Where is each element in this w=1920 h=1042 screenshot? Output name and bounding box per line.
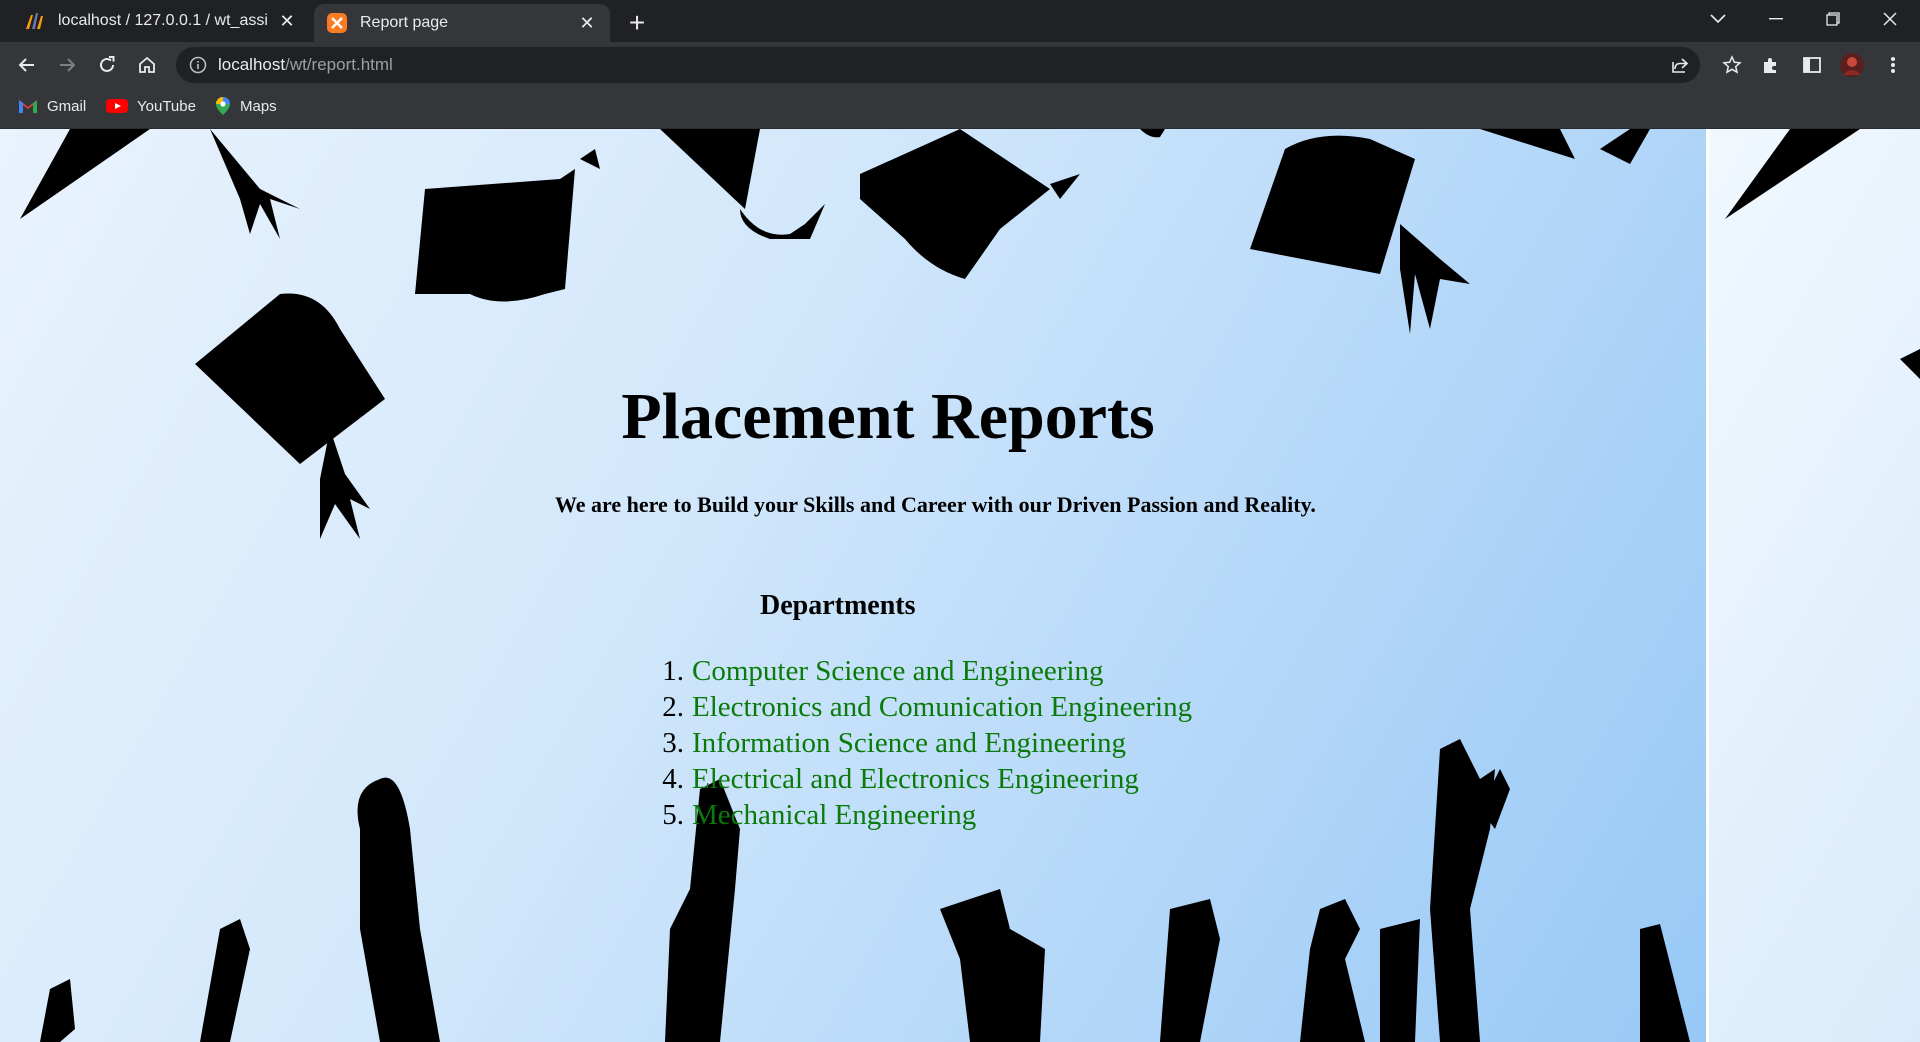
departments-list: 1. Computer Science and Engineering 2. Ele… — [634, 653, 1192, 833]
list-number: 2. — [662, 691, 684, 723]
forward-button[interactable] — [49, 47, 85, 83]
chevron-down-icon — [1710, 14, 1726, 24]
url-text: localhost/wt/report.html — [218, 47, 393, 83]
page-tagline: We are here to Build your Skills and Car… — [555, 492, 1316, 517]
address-bar[interactable]: localhost/wt/report.html — [176, 47, 1742, 83]
bookmark-gmail[interactable]: Gmail — [18, 88, 86, 124]
youtube-icon — [106, 99, 128, 113]
bookmark-maps[interactable]: Maps — [215, 88, 277, 124]
new-tab-button[interactable]: + — [620, 6, 654, 40]
tab-title: Report page — [360, 14, 449, 31]
xampp-icon — [327, 13, 347, 33]
minimize-button[interactable] — [1748, 0, 1804, 38]
tab-search-button[interactable] — [1690, 0, 1746, 38]
url-path: /wt/report.html — [285, 55, 393, 74]
reload-icon — [100, 56, 115, 72]
bookmark-label: Maps — [240, 97, 277, 115]
list-number: 4. — [662, 763, 684, 795]
extensions-button[interactable] — [1753, 47, 1789, 83]
reload-button[interactable] — [89, 47, 125, 83]
arrow-left-icon — [18, 58, 34, 72]
list-item: 4. Electrical and Electronics Engineering — [634, 761, 1192, 797]
graduation-background-image — [20, 129, 1920, 1042]
list-item: 3. Information Science and Engineering — [634, 725, 1192, 761]
list-item: 2. Electronics and Comunication Engineeri… — [634, 689, 1192, 725]
department-link-cse[interactable]: Computer Science and Engineering — [692, 655, 1104, 687]
department-link-mech[interactable]: Mechanical Engineering — [692, 799, 976, 831]
minimize-icon — [1769, 18, 1783, 20]
home-button[interactable] — [129, 47, 165, 83]
maps-icon — [216, 97, 230, 115]
department-link-ece[interactable]: Electronics and Comunication Engineering — [692, 691, 1192, 723]
puzzle-icon — [1764, 58, 1776, 73]
info-icon[interactable] — [188, 55, 208, 75]
profile-button[interactable] — [1834, 47, 1870, 83]
departments-heading: Departments — [760, 590, 916, 621]
side-panel-button[interactable] — [1794, 47, 1830, 83]
share-icon[interactable] — [1670, 55, 1690, 75]
close-icon[interactable]: ✕ — [276, 10, 298, 32]
bookmark-youtube[interactable]: YouTube — [106, 88, 196, 124]
close-window-button[interactable] — [1862, 0, 1918, 38]
page-title: Placement Reports — [621, 380, 1155, 453]
list-item: 1. Computer Science and Engineering — [634, 653, 1192, 689]
list-number: 1. — [662, 655, 684, 687]
back-button[interactable] — [9, 47, 45, 83]
tab-report-page[interactable]: Report page ✕ — [314, 4, 610, 42]
side-panel-icon — [1803, 57, 1821, 73]
department-link-eee[interactable]: Electrical and Electronics Engineering — [692, 763, 1139, 795]
close-icon[interactable]: ✕ — [576, 12, 598, 34]
bookmark-label: YouTube — [137, 97, 196, 115]
bookmark-label: Gmail — [47, 97, 87, 115]
menu-button[interactable] — [1875, 47, 1911, 83]
browser-toolbar: localhost/wt/report.html — [0, 42, 1920, 88]
home-icon — [139, 56, 155, 73]
phpmyadmin-icon — [26, 13, 43, 29]
url-host: localhost — [218, 55, 286, 74]
page-viewport: Placement Reports We are here to Build y… — [0, 129, 1920, 1042]
close-icon — [1883, 12, 1897, 26]
arrow-right-icon — [60, 58, 76, 72]
bookmarks-bar: Gmail YouTube Maps — [0, 88, 1920, 129]
restore-icon — [1826, 12, 1840, 26]
gmail-icon — [19, 100, 37, 113]
tab-strip: localhost / 127.0.0.1 / wt_assignment ✕ … — [0, 0, 1920, 42]
tab-phpmyadmin[interactable]: localhost / 127.0.0.1 / wt_assignment ✕ — [0, 0, 310, 42]
list-number: 5. — [662, 799, 684, 831]
tab-title: localhost / 127.0.0.1 / wt_assignment — [58, 12, 268, 29]
department-link-ise[interactable]: Information Science and Engineering — [692, 727, 1126, 759]
star-icon[interactable] — [1722, 55, 1742, 75]
restore-button[interactable] — [1805, 0, 1861, 38]
list-number: 3. — [662, 727, 684, 759]
more-vert-icon — [1891, 57, 1895, 73]
avatar — [1840, 53, 1864, 77]
list-item: 5. Mechanical Engineering — [634, 797, 1192, 833]
